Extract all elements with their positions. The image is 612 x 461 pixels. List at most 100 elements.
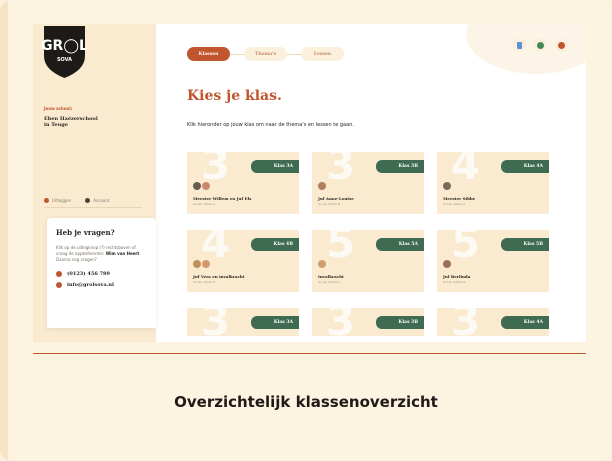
class-number: 4: [451, 152, 481, 189]
teacher-avatar: [443, 182, 451, 190]
step-indicator: Klassen Thema's Lessen: [187, 47, 344, 61]
logo-subtext: SOVA: [57, 57, 72, 63]
help-contact-name: Wim van Heert: [105, 251, 140, 256]
teacher-avatar: [193, 182, 201, 190]
class-card[interactable]: 5 Klas 5B Juf Berlinda Groep 5/Klas B: [437, 230, 549, 292]
class-card[interactable]: 4 Klas 4B Juf Vera en invalkracht Groep 4/K…: [187, 230, 299, 292]
email-contact[interactable]: info@grolsova.nl: [56, 282, 147, 288]
email-icon: [56, 282, 62, 288]
page-title: Kies je klas.: [187, 88, 282, 104]
class-tag: Klas 3B: [376, 316, 424, 329]
help-title: Heb je vragen?: [56, 228, 115, 237]
class-code: Groep 5/Klas A: [318, 280, 341, 284]
sidebar-links: Uitloggen Account: [44, 198, 109, 203]
caption-divider: [33, 353, 586, 354]
whatsapp-icon: [536, 41, 544, 49]
phone-contact[interactable]: (0123) 456 789: [56, 271, 147, 277]
document-button[interactable]: [512, 38, 526, 52]
school-name: Eben Haëzerschool in Teuge: [44, 116, 144, 128]
step-themas[interactable]: Thema's: [244, 47, 287, 61]
email-address: info@grolsova.nl: [67, 282, 114, 288]
class-tag: Klas 3B: [376, 160, 424, 173]
phone-icon: [56, 271, 62, 277]
class-card[interactable]: 3 Klas 3B Juf Anne-Louise Groep 3/Klas B: [312, 152, 424, 214]
feature-card: GR◯L SOVA Jouw school: Eben Haëzerschool…: [0, 0, 612, 461]
svg-text:GR◯L: GR◯L: [42, 38, 87, 54]
sidebar-divider: [44, 207, 142, 208]
class-code: Groep 3/Klas B: [318, 202, 341, 206]
teacher-name: Meester Willem en Juf Els: [193, 196, 252, 201]
teacher-avatar: [318, 182, 326, 190]
class-code: Groep 4/Klas A: [443, 202, 466, 206]
class-number: 5: [326, 230, 356, 267]
grolsova-logo[interactable]: GR◯L SOVA: [42, 26, 87, 78]
step-connector: [287, 53, 301, 55]
main-content: Klassen Thema's Lessen Kies je klas. Kli…: [156, 24, 586, 342]
teacher-name: Meester Sibbe: [443, 196, 476, 201]
help-box: Heb je vragen? Klik op de uitlegknop (?)…: [47, 218, 156, 328]
card-edge: [0, 0, 8, 461]
teacher-avatar: [202, 182, 210, 190]
teacher-avatar: [318, 260, 326, 268]
class-code: Groep 3/Klas A: [193, 202, 216, 206]
teacher-avatars: [193, 182, 210, 190]
logout-link[interactable]: Uitloggen: [44, 198, 71, 203]
class-number: 3: [201, 152, 231, 189]
teacher-avatars: [443, 182, 451, 190]
class-number: 3: [201, 308, 231, 336]
class-card[interactable]: 3 Klas 3A: [187, 308, 299, 336]
account-link[interactable]: Account: [85, 198, 109, 203]
class-card[interactable]: 3 Klas 4A: [437, 308, 549, 336]
teacher-avatars: [193, 260, 210, 268]
class-number: 3: [451, 308, 481, 336]
step-klassen[interactable]: Klassen: [187, 47, 230, 61]
class-card[interactable]: 3 Klas 3B: [312, 308, 424, 336]
teacher-avatar: [443, 260, 451, 268]
class-tag: Klas 4A: [501, 160, 549, 173]
class-number: 3: [326, 152, 356, 189]
teacher-avatar: [193, 260, 201, 268]
logo-text: GR: [42, 38, 64, 54]
class-card[interactable]: 4 Klas 4A Meester Sibbe Groep 4/Klas A: [437, 152, 549, 214]
teacher-name: Juf Vera en invalkracht: [193, 274, 245, 279]
document-icon: [516, 41, 522, 49]
app-screenshot: GR◯L SOVA Jouw school: Eben Haëzerschool…: [33, 24, 586, 342]
class-tag: Klas 4A: [501, 316, 549, 329]
class-tag: Klas 3A: [251, 160, 299, 173]
step-lessen[interactable]: Lessen: [301, 47, 344, 61]
class-code: Groep 5/Klas B: [443, 280, 466, 284]
teacher-avatar: [202, 260, 210, 268]
logout-icon: [44, 198, 49, 203]
class-number: 4: [201, 230, 231, 267]
account-label: Account: [93, 198, 110, 203]
class-grid: 3 Klas 3A Meester Willem en Juf Els Groep 3…: [187, 152, 549, 336]
teacher-avatars: [318, 260, 326, 268]
logout-label: Uitloggen: [52, 198, 72, 203]
logo-text-2: L: [79, 38, 87, 54]
phone-number: (0123) 456 789: [67, 271, 111, 277]
class-tag: Klas 5A: [376, 238, 424, 251]
teacher-avatars: [318, 182, 326, 190]
caption: Overzichtelijk klassenoverzicht: [174, 393, 438, 411]
whatsapp-button[interactable]: [533, 38, 547, 52]
page-subtitle: Klik hieronder op jouw klas om naar de t…: [187, 122, 354, 128]
class-tag: Klas 4B: [251, 238, 299, 251]
class-card[interactable]: 5 Klas 5A Invalkracht Groep 5/Klas A: [312, 230, 424, 292]
teacher-name: Juf Berlinda: [443, 274, 471, 279]
class-code: Groep 4/Klas B: [193, 280, 216, 284]
help-icon: [557, 41, 565, 49]
teacher-name: Juf Anne-Louise: [318, 196, 354, 201]
top-icons: [512, 38, 568, 52]
teacher-avatars: [443, 260, 451, 268]
step-connector: [230, 53, 244, 55]
account-icon: [85, 198, 91, 203]
school-name-line-2: in Teuge: [44, 122, 68, 128]
class-tag: Klas 3A: [251, 316, 299, 329]
help-text: Klik op de uitlegknop (?) rechtsboven of…: [56, 245, 141, 262]
class-card[interactable]: 3 Klas 3A Meester Willem en Juf Els Groep 3…: [187, 152, 299, 214]
school-label: Jouw school:: [44, 106, 73, 111]
help-button[interactable]: [554, 38, 568, 52]
teacher-name: Invalkracht: [318, 274, 344, 279]
class-number: 3: [326, 308, 356, 336]
class-tag: Klas 5B: [501, 238, 549, 251]
